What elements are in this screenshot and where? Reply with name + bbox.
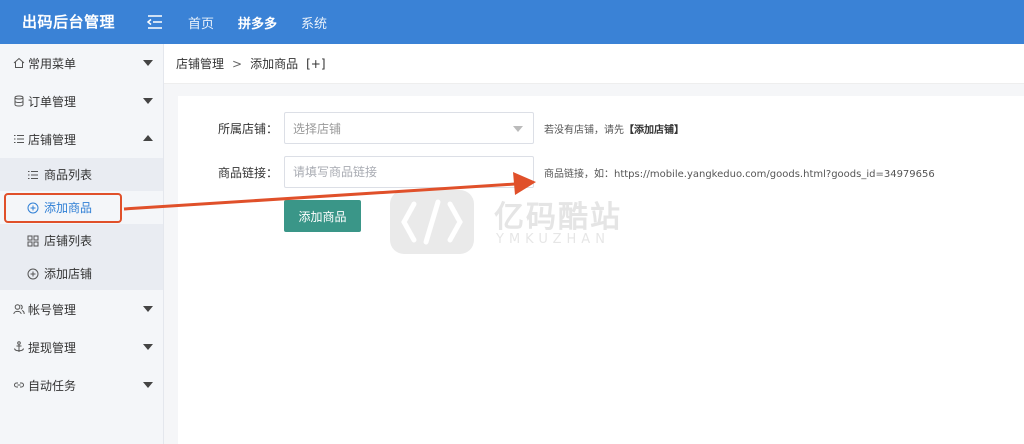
caret-down-icon — [143, 98, 153, 104]
watermark-subtitle: YMKUZHAN — [496, 232, 610, 247]
topnav-system[interactable]: 系统 — [301, 13, 327, 32]
sidebar-item-label: 帐号管理 — [28, 302, 77, 317]
sidebar-item-label: 常用菜单 — [28, 56, 77, 71]
sidebar-item-shop-management[interactable]: 店铺管理 — [0, 120, 163, 158]
shop-row: 所属店铺： 选择店铺 若没有店铺，请先【添加店铺】 — [178, 112, 684, 144]
sidebar-item-label: 提现管理 — [28, 340, 77, 355]
sidebar-subitem-shop-list[interactable]: 店铺列表 — [0, 224, 163, 257]
menu-toggle-icon[interactable] — [146, 13, 164, 31]
shop-label: 所属店铺： — [217, 121, 278, 136]
app-title: 出码后台管理 — [22, 13, 116, 31]
sidebar-subitem-add-shop[interactable]: 添加店铺 — [0, 257, 163, 290]
sidebar-item-common-menu[interactable]: 常用菜单 — [0, 44, 163, 82]
watermark: 亿码酷站 YMKUZHAN — [390, 190, 640, 254]
shop-hint: 若没有店铺，请先【添加店铺】 — [544, 121, 684, 136]
top-navbar: 出码后台管理 首页 拼多多 系统 — [0, 0, 1024, 44]
add-product-form: 所属店铺： 选择店铺 若没有店铺，请先【添加店铺】 商品链接： 商品链接，如：h… — [178, 96, 1024, 444]
shop-submenu: 商品列表 添加商品 店铺列表 添加店铺 — [0, 158, 163, 290]
sidebar-item-withdrawal[interactable]: 提现管理 — [0, 328, 163, 366]
sidebar-item-accounts[interactable]: 帐号管理 — [0, 290, 163, 328]
topnav-pinduoduo[interactable]: 拼多多 — [238, 13, 277, 32]
breadcrumb-separator: > — [232, 56, 243, 71]
users-icon — [12, 302, 26, 316]
shop-hint-text: 若没有店铺，请先 — [544, 124, 624, 136]
sidebar: 常用菜单 订单管理 店铺管理 商品列表 添加商品 店铺列表 添加店铺 帐号管理 … — [0, 44, 164, 444]
sidebar-item-label: 订单管理 — [28, 94, 77, 109]
chevron-down-icon — [513, 126, 523, 132]
database-icon — [12, 94, 26, 108]
caret-down-icon — [143, 344, 153, 350]
caret-down-icon — [143, 382, 153, 388]
sidebar-item-label: 自动任务 — [28, 378, 77, 393]
sidebar-subitem-label: 店铺列表 — [44, 234, 93, 248]
anchor-icon — [12, 340, 26, 354]
sidebar-subitem-product-list[interactable]: 商品列表 — [0, 158, 163, 191]
product-link-input[interactable] — [293, 165, 533, 179]
sidebar-subitem-label: 添加商品 — [44, 201, 93, 215]
sidebar-subitem-add-product[interactable]: 添加商品 — [0, 191, 163, 224]
caret-down-icon — [143, 60, 153, 66]
watermark-logo — [390, 190, 474, 254]
breadcrumb: 店铺管理 > 添加商品 [+] — [164, 44, 1024, 84]
home-icon — [12, 56, 26, 70]
shop-select-placeholder: 选择店铺 — [293, 121, 342, 136]
list-icon — [26, 168, 40, 182]
list-icon — [12, 132, 26, 146]
caret-down-icon — [143, 306, 153, 312]
breadcrumb-current: 添加商品 — [250, 57, 299, 71]
sidebar-item-orders[interactable]: 订单管理 — [0, 82, 163, 120]
sidebar-subitem-label: 添加店铺 — [44, 267, 93, 281]
add-product-button[interactable]: 添加商品 — [284, 200, 361, 232]
sidebar-item-auto-tasks[interactable]: 自动任务 — [0, 366, 163, 404]
sidebar-subitem-label: 商品列表 — [44, 168, 93, 182]
link-row: 商品链接： 商品链接，如：https://mobile.yangkeduo.co… — [178, 156, 935, 188]
shop-select[interactable]: 选择店铺 — [284, 112, 534, 144]
top-nav: 首页 拼多多 系统 — [188, 0, 351, 44]
grid-icon — [26, 234, 40, 248]
add-shop-link[interactable]: 【添加店铺】 — [624, 125, 684, 136]
watermark-title: 亿码酷站 — [494, 200, 622, 235]
link-icon — [12, 378, 26, 392]
plus-circle-icon — [26, 201, 40, 215]
link-hint: 商品链接，如：https://mobile.yangkeduo.com/good… — [544, 168, 935, 180]
link-label: 商品链接： — [217, 165, 278, 180]
plus-circle-icon — [26, 267, 40, 281]
topnav-home[interactable]: 首页 — [188, 13, 214, 32]
sidebar-item-label: 店铺管理 — [28, 132, 77, 147]
breadcrumb-parent[interactable]: 店铺管理 — [176, 55, 224, 72]
open-new-tab-button[interactable]: [+] — [306, 57, 325, 71]
caret-up-icon — [143, 135, 153, 141]
product-link-field[interactable] — [284, 156, 534, 188]
